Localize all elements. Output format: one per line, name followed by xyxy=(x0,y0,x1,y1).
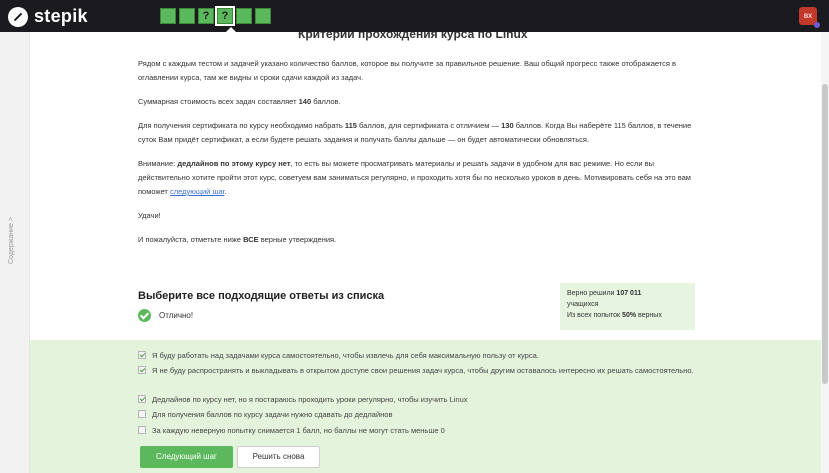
answer-text: Я буду работать над задачами курса самос… xyxy=(152,351,539,360)
notification-dot xyxy=(814,22,820,28)
answer-text: Дедлайнов по курсу нет, но я постараюсь … xyxy=(152,395,468,404)
paragraph-deadlines: Внимание: дедлайнов по этому курсу нет, … xyxy=(138,159,691,196)
step-1[interactable] xyxy=(160,8,176,24)
top-bar: stepik ? ? вх xyxy=(0,0,829,33)
quiz-result: Отлично! xyxy=(138,309,193,322)
step-2[interactable] xyxy=(179,8,195,24)
answer-text: За каждую неверную попытку снимается 1 б… xyxy=(152,426,445,435)
result-text: Отлично! xyxy=(159,311,194,320)
paragraph-intro: Рядом с каждым тестом и задачей указано … xyxy=(138,59,677,82)
checkbox[interactable] xyxy=(138,410,146,418)
paragraph-total: Суммарная стоимость всех задач составляе… xyxy=(138,97,341,106)
checkbox[interactable] xyxy=(138,366,146,374)
paragraph-certificate: Для получения сертификата по курсу необх… xyxy=(138,121,692,144)
stats-learners: учащихся xyxy=(567,301,599,308)
answer-option[interactable]: Я не буду распространять и выкладывать в… xyxy=(138,364,698,377)
answer-option[interactable]: Я буду работать над задачами курса самос… xyxy=(138,349,698,362)
stepik-logo[interactable]: stepik xyxy=(8,6,88,27)
retry-button[interactable]: Решить снова xyxy=(237,446,320,468)
stepik-logo-icon xyxy=(8,6,28,27)
step-6[interactable] xyxy=(255,8,271,24)
answer-text: Для получения баллов по курсу задачи нуж… xyxy=(152,410,393,419)
step-4-current[interactable]: ? xyxy=(215,6,235,26)
checkbox[interactable] xyxy=(138,426,146,434)
checkbox[interactable] xyxy=(138,351,146,359)
paragraph-luck: Удачи! xyxy=(138,211,161,220)
checkbox[interactable] xyxy=(138,395,146,403)
scroll-thumb[interactable] xyxy=(822,84,828,384)
answer-option[interactable]: За каждую неверную попытку снимается 1 б… xyxy=(138,424,698,437)
step-3[interactable]: ? xyxy=(198,8,214,24)
course-contents-toggle[interactable]: Содержание > xyxy=(0,32,30,473)
answer-option[interactable]: Для получения баллов по курсу задачи нуж… xyxy=(138,408,698,421)
next-step-link[interactable]: следующий шаг xyxy=(170,187,225,196)
answer-option[interactable]: Дедлайнов по курсу нет, но я постараюсь … xyxy=(138,393,698,406)
lesson-content: Рядом с каждым тестом и задачей указано … xyxy=(138,57,698,257)
answer-text: Я не буду распространять и выкладывать в… xyxy=(152,366,694,375)
step-navigation: ? ? xyxy=(160,6,271,26)
stats-solved: Верно решили 107 011 xyxy=(567,290,642,297)
quiz-stats-box: Верно решили 107 011 учащихся Из всех по… xyxy=(560,283,695,330)
logo-text: stepik xyxy=(34,6,88,26)
step-5[interactable] xyxy=(236,8,252,24)
quiz-heading: Выберите все подходящие ответы из списка xyxy=(138,290,385,302)
next-step-button[interactable]: Следующий шаг xyxy=(140,446,233,468)
current-step-pointer xyxy=(225,27,237,33)
page-scrollbar[interactable] xyxy=(821,32,829,473)
success-check-icon xyxy=(138,309,151,322)
contents-label: Содержание > xyxy=(8,217,15,264)
paragraph-instruction: И пожалуйста, отметьте ниже ВСЕ верные у… xyxy=(138,235,337,244)
stats-attempts: Из всех попыток 50% верных xyxy=(567,312,662,319)
